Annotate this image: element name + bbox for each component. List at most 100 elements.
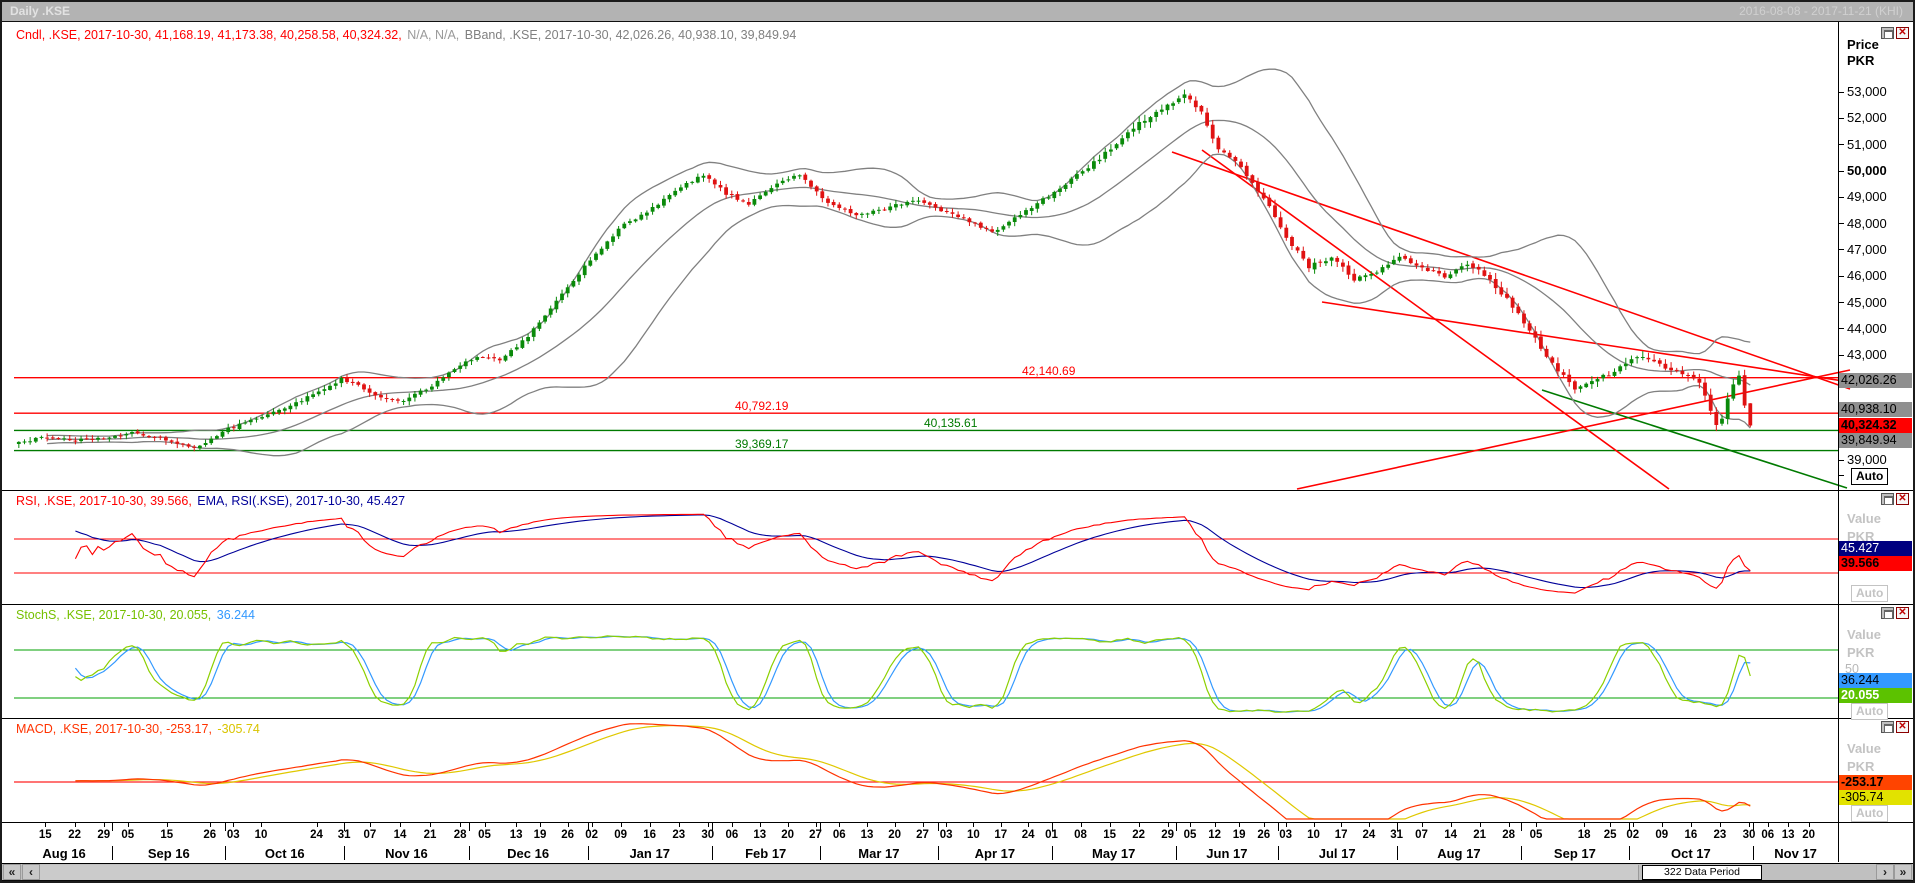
panel-separator[interactable] xyxy=(2,604,1913,605)
week-tick xyxy=(370,822,371,827)
week-tick xyxy=(400,822,401,827)
month-label: Nov 17 xyxy=(1774,846,1817,861)
close-icon[interactable]: ✕ xyxy=(1896,27,1909,39)
month-boundary-tick xyxy=(1521,822,1522,831)
legend-segment[interactable]: 36.244 xyxy=(213,608,255,622)
price-tick xyxy=(1839,475,1844,476)
restore-icon[interactable] xyxy=(1881,27,1894,39)
legend-segment[interactable]: MACD, .KSE, 2017-10-30, -253.17, xyxy=(16,722,212,736)
day-label: 19 xyxy=(1233,829,1246,841)
month-separator xyxy=(1052,846,1053,860)
month-label: Sep 17 xyxy=(1554,846,1596,861)
week-tick xyxy=(1264,822,1265,827)
week-tick xyxy=(1168,822,1169,827)
day-label: 02 xyxy=(585,829,598,841)
month-separator xyxy=(820,846,821,860)
legend-segment[interactable]: Cndl, .KSE, 2017-10-30, 41,168.19, 41,17… xyxy=(16,28,402,42)
day-label: 15 xyxy=(1103,829,1116,841)
month-label: Aug 17 xyxy=(1437,846,1480,861)
rsi-auto-button[interactable]: Auto xyxy=(1851,585,1888,602)
price-tick-label: 53,000 xyxy=(1847,84,1887,99)
price-tick xyxy=(1839,249,1844,250)
week-tick xyxy=(1397,822,1398,827)
macd-axis-value-label: Value xyxy=(1847,741,1881,756)
week-tick xyxy=(946,822,947,827)
month-label: Nov 16 xyxy=(385,846,428,861)
close-icon[interactable]: ✕ xyxy=(1896,493,1909,505)
month-separator xyxy=(1397,846,1398,860)
week-tick xyxy=(895,822,896,827)
week-tick xyxy=(1768,822,1769,827)
day-label: 07 xyxy=(363,829,376,841)
day-label: 13 xyxy=(861,829,874,841)
week-tick xyxy=(788,822,789,827)
legend-segment[interactable]: EMA, RSI(.KSE), 2017-10-30, 45.427 xyxy=(194,494,405,508)
price-axis-auto-button[interactable]: Auto xyxy=(1851,468,1888,485)
week-tick xyxy=(650,822,651,827)
time-scrollbar[interactable]: « ‹ 322 Data Period › » xyxy=(2,863,1913,881)
day-label: 10 xyxy=(1307,829,1320,841)
scrollbar-thumb[interactable] xyxy=(40,865,1639,880)
macd-legend[interactable]: MACD, .KSE, 2017-10-30, -253.17, -305.74 xyxy=(16,722,262,736)
week-tick xyxy=(261,822,262,827)
day-label: 12 xyxy=(1208,829,1221,841)
week-tick xyxy=(1369,822,1370,827)
day-label: 13 xyxy=(753,829,766,841)
month-separator xyxy=(1629,846,1630,860)
close-icon[interactable]: ✕ xyxy=(1896,721,1909,733)
day-label: 20 xyxy=(1802,829,1815,841)
price-axis-title: Price xyxy=(1847,37,1879,52)
day-label: 15 xyxy=(160,829,173,841)
stoch-auto-button[interactable]: Auto xyxy=(1851,703,1888,720)
price-tick xyxy=(1839,197,1844,198)
month-label: Jul 17 xyxy=(1319,846,1356,861)
legend-segment[interactable]: RSI, .KSE, 2017-10-30, 39.566, xyxy=(16,494,192,508)
rsi-legend[interactable]: RSI, .KSE, 2017-10-30, 39.566, EMA, RSI(… xyxy=(16,494,407,508)
day-label: 05 xyxy=(1184,829,1197,841)
week-tick xyxy=(1286,822,1287,827)
legend-segment[interactable]: -305.74 xyxy=(214,722,260,736)
panel-separator[interactable] xyxy=(2,490,1913,491)
indicator-badge: -253.17 xyxy=(1839,775,1912,790)
week-tick xyxy=(1081,822,1082,827)
day-label: 17 xyxy=(994,829,1007,841)
legend-segment[interactable]: N/A, N/A, xyxy=(404,28,460,42)
macd-axis-unit-label: PKR xyxy=(1847,759,1874,774)
stoch-panel-icons: ✕ xyxy=(1881,607,1909,619)
week-tick xyxy=(973,822,974,827)
week-tick xyxy=(210,822,211,827)
day-label: 01 xyxy=(1045,829,1058,841)
price-tick xyxy=(1839,460,1844,461)
legend-segment[interactable]: StochS, .KSE, 2017-10-30, 20.055, xyxy=(16,608,211,622)
legend-segment[interactable]: BBand, .KSE, 2017-10-30, 42,026.26, 40,9… xyxy=(461,28,796,42)
stoch-legend[interactable]: StochS, .KSE, 2017-10-30, 20.055, 36.244 xyxy=(16,608,257,622)
week-tick xyxy=(732,822,733,827)
week-tick xyxy=(1662,822,1663,827)
macd-auto-button[interactable]: Auto xyxy=(1851,805,1888,822)
scroll-next-button[interactable]: › xyxy=(1876,864,1894,880)
day-label: 10 xyxy=(255,829,268,841)
week-tick xyxy=(1215,822,1216,827)
day-label: 19 xyxy=(534,829,547,841)
month-boundary-tick xyxy=(469,822,470,831)
day-label: 21 xyxy=(1473,829,1486,841)
restore-icon[interactable] xyxy=(1881,607,1894,619)
scroll-first-button[interactable]: « xyxy=(3,864,21,880)
main-panel-icons: ✕ xyxy=(1881,27,1909,39)
main-legend[interactable]: Cndl, .KSE, 2017-10-30, 41,168.19, 41,17… xyxy=(16,28,798,42)
scroll-last-button[interactable]: » xyxy=(1894,864,1912,880)
day-label: 13 xyxy=(510,829,523,841)
scroll-prev-button[interactable]: ‹ xyxy=(22,864,40,880)
week-tick xyxy=(1341,822,1342,827)
restore-icon[interactable] xyxy=(1881,493,1894,505)
week-tick xyxy=(485,822,486,827)
price-tick-label: 51,000 xyxy=(1847,137,1887,152)
panel-separator[interactable] xyxy=(2,718,1913,719)
close-icon[interactable]: ✕ xyxy=(1896,607,1909,619)
price-tick xyxy=(1839,302,1844,303)
restore-icon[interactable] xyxy=(1881,721,1894,733)
week-tick xyxy=(167,822,168,827)
day-label: 14 xyxy=(1444,829,1457,841)
chart-plot-area[interactable] xyxy=(2,2,1862,862)
week-tick xyxy=(45,822,46,827)
